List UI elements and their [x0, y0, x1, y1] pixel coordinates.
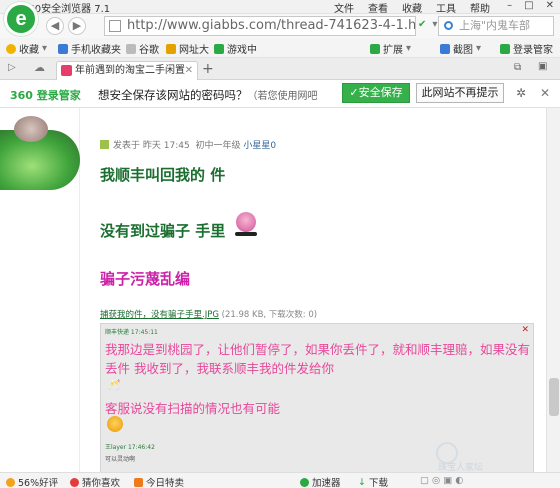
- accelerator-icon: [300, 477, 309, 487]
- tool-icon-3[interactable]: ▣: [443, 475, 452, 486]
- sale-icon: [134, 477, 143, 487]
- status-sale[interactable]: 今日特卖: [134, 475, 184, 488]
- menu-favorites[interactable]: 收藏: [402, 0, 422, 15]
- scrollbar-thumb[interactable]: [549, 378, 559, 416]
- level-badge-icon: [100, 140, 109, 149]
- browser-logo: e: [4, 2, 38, 36]
- close-notice-icon[interactable]: ✕: [540, 86, 550, 100]
- tab-label: 年前遇到的淘宝二手闲置: [75, 65, 185, 76]
- pig-emoji-icon: [235, 212, 257, 236]
- scissors-icon: [440, 43, 450, 54]
- address-bar: ◀ ▶ http://www.giabbs.com/thread-741623-…: [0, 14, 560, 38]
- rating-icon: [6, 477, 15, 487]
- post-meta: 发表于 昨天 17:45 初中一年级 小星星0: [100, 138, 276, 151]
- attachment: 捕获我的件，没有骗子手里.JPG (21.98 KB, 下载次数: 0): [100, 308, 317, 320]
- page-content: 发表于 昨天 17:45 初中一年级 小星星0 我顺丰叫回我的 件 没有到过骗子…: [0, 108, 560, 472]
- tool-icon-2[interactable]: ◎: [432, 475, 440, 486]
- fav-mobile[interactable]: 手机收藏夹: [58, 41, 121, 56]
- fav-games[interactable]: 游戏中: [214, 41, 257, 56]
- jade-photo: [0, 116, 80, 190]
- status-tools: ▢ ◎ ▣ ◐: [420, 475, 464, 486]
- close-window-icon[interactable]: ✕: [546, 0, 554, 11]
- status-rating[interactable]: 56%好评: [6, 475, 58, 488]
- tab-menu-icon[interactable]: ▣: [538, 61, 547, 72]
- fav-extensions[interactable]: 扩展 ▾: [370, 41, 411, 56]
- restore-tab-icon[interactable]: ⧉: [514, 62, 521, 73]
- chat-screenshot: 顺丰快递 17:45:11 ✕ 我那边是到桃园了，让他们暂停了，如果你丢件了，就…: [100, 323, 534, 472]
- tab-arrow-icon[interactable]: ▷: [8, 62, 16, 73]
- minimize-icon[interactable]: –: [507, 0, 512, 11]
- secure-save-button[interactable]: ✓安全保存: [342, 83, 410, 103]
- search-text: 上海"内鬼车部: [459, 19, 531, 32]
- chat-message-1: 我那边是到桃园了，让他们暂停了，如果你丢件了，就和顺丰理赔，如果没有丢件 我收到…: [105, 342, 531, 376]
- download-icon: ↓: [358, 476, 366, 488]
- author-column: [0, 108, 80, 472]
- chat-close-icon: ✕: [521, 325, 529, 335]
- smile-emoji-icon: [107, 416, 123, 432]
- menu-file[interactable]: 文件: [334, 0, 354, 15]
- forward-button[interactable]: ▶: [68, 17, 86, 35]
- close-tab-icon[interactable]: ✕: [185, 62, 193, 79]
- home-icon: [166, 43, 176, 54]
- watermark-text: 珠宝人家坛: [438, 463, 484, 472]
- tool-icon-4[interactable]: ◐: [455, 475, 463, 486]
- fav-login[interactable]: 登录管家: [500, 41, 553, 56]
- tab-bar: ▷ ☁ 年前遇到的淘宝二手闲置 ✕ + ⧉ ▣: [0, 58, 560, 80]
- menu-tools[interactable]: 工具: [436, 0, 456, 15]
- menu-help[interactable]: 帮助: [470, 0, 490, 15]
- notice-message: 想安全保存该网站的密码吗？（若您使用网吧: [98, 88, 318, 102]
- page-icon: [126, 43, 136, 54]
- title-bar: 360安全浏览器 7.1 文件 查看 收藏 工具 帮助 – □ ✕: [0, 0, 560, 15]
- status-bar: 56%好评 猜你喜欢 今日特卖 加速器 ↓ 下载 ▢ ◎ ▣ ◐: [0, 472, 560, 488]
- attachment-size: (21.98 KB, 下载次数: 0): [221, 310, 318, 320]
- dropdown-icon[interactable]: ▾: [432, 19, 437, 30]
- back-button[interactable]: ◀: [46, 17, 64, 35]
- new-tab-button[interactable]: +: [202, 61, 214, 77]
- post-line-1: 我顺丰叫回我的 件: [100, 166, 226, 184]
- menu-bar: 文件 查看 收藏 工具 帮助: [334, 0, 490, 15]
- star-icon: [6, 43, 16, 54]
- tool-icon-1[interactable]: ▢: [420, 475, 429, 486]
- password-notice: 360 登录管家 想安全保存该网站的密码吗？（若您使用网吧 ✓安全保存 此网站不…: [0, 80, 560, 108]
- fav-collect[interactable]: 收藏 ▾: [6, 41, 47, 56]
- site-favicon-icon: [61, 65, 72, 76]
- vertical-scrollbar[interactable]: [546, 108, 560, 472]
- login-manager-brand: 360 登录管家: [10, 89, 81, 102]
- author-link[interactable]: 小星星0: [243, 141, 276, 151]
- key-icon: [500, 43, 510, 54]
- chat-message-2: 客服说没有扫描的情况也有可能: [105, 401, 281, 416]
- fav-google[interactable]: 谷歌: [126, 41, 159, 56]
- game-icon: [214, 43, 224, 54]
- security-icon[interactable]: ✔: [418, 19, 426, 30]
- chat-footer-sender: 王layer 17:46:42: [105, 444, 155, 451]
- heart-icon: [70, 477, 79, 487]
- status-guess[interactable]: 猜你喜欢: [70, 475, 120, 488]
- maximize-icon[interactable]: □: [524, 0, 533, 11]
- chat-header: 顺丰快递 17:45:11: [105, 329, 158, 336]
- post-line-2: 没有到过骗子 手里: [100, 222, 226, 240]
- search-input[interactable]: 上海"内鬼车部: [438, 16, 554, 36]
- never-prompt-button[interactable]: 此网站不再提示: [416, 83, 504, 103]
- folder-icon: [58, 43, 68, 54]
- glasses-emoji-icon: 🥂: [107, 378, 121, 391]
- attachment-link[interactable]: 捕获我的件，没有骗子手里.JPG: [100, 310, 219, 320]
- url-input[interactable]: http://www.giabbs.com/thread-741623-4-1.…: [104, 16, 416, 36]
- favorites-bar: 收藏 ▾ 手机收藏夹 谷歌 网址大 游戏中 扩展 ▾ 截图 ▾ 登录管家: [0, 38, 560, 58]
- gear-icon[interactable]: ✲: [516, 86, 526, 100]
- post-line-3: 骗子污蔑乱编: [100, 270, 191, 288]
- status-accelerator[interactable]: 加速器: [300, 475, 341, 488]
- search-icon: [444, 21, 453, 30]
- url-text: http://www.giabbs.com/thread-741623-4-1.…: [127, 18, 416, 33]
- cloud-icon[interactable]: ☁: [34, 61, 45, 74]
- grid-icon: [370, 43, 380, 54]
- window-controls: – □ ✕: [507, 0, 554, 11]
- url-tools: ✔ ▾: [418, 19, 437, 30]
- menu-view[interactable]: 查看: [368, 0, 388, 15]
- status-download[interactable]: ↓ 下载: [358, 475, 388, 488]
- chat-footer-text: 可以灵动啊: [105, 456, 136, 463]
- fav-screenshot[interactable]: 截图 ▾: [440, 41, 481, 56]
- fav-hao[interactable]: 网址大: [166, 41, 209, 56]
- page-icon: [109, 20, 121, 32]
- tab-active[interactable]: 年前遇到的淘宝二手闲置 ✕: [56, 61, 198, 80]
